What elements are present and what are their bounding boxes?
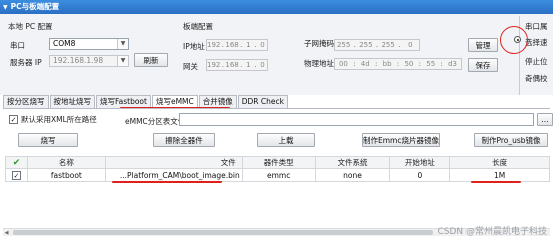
partition-file-label: eMMC分区表文件 xyxy=(125,117,186,126)
row-checkbox-cell[interactable]: ✓ xyxy=(5,168,28,182)
erase-all-button[interactable]: 擦除全器件 xyxy=(153,133,215,147)
serial-properties-panel: 串口属 选择速 停止位 奇偶校 xyxy=(514,16,553,95)
board-group-title: 板端配置 xyxy=(183,22,213,31)
scroll-left-icon[interactable]: ◀ xyxy=(3,230,10,236)
refresh-button[interactable]: 刷新 xyxy=(134,53,168,67)
header-name[interactable]: 名称 xyxy=(26,156,106,169)
port-combo[interactable]: COM8 ▼ xyxy=(49,38,129,50)
green-check-icon: ✔ xyxy=(12,157,21,168)
row-checkbox[interactable]: ✓ xyxy=(11,170,21,180)
manage-button[interactable]: 管理 xyxy=(468,38,498,52)
row-name[interactable]: fastboot xyxy=(26,168,106,182)
header-length[interactable]: 长度 xyxy=(449,156,550,169)
header-check[interactable]: ✔ xyxy=(5,156,28,169)
subnet-mask-field[interactable]: 255. 255. 255. 0 xyxy=(334,39,420,51)
gateway-field[interactable]: 192. 168. 1. 0 xyxy=(206,59,268,71)
chevron-down-icon[interactable]: ▼ xyxy=(117,56,128,66)
row-length[interactable]: 1M xyxy=(449,168,550,182)
server-ip-value: 192.168.1.98 xyxy=(53,56,104,65)
tab-ddr-check[interactable]: DDR Check xyxy=(237,95,288,108)
watermark: CSDN @常州晨凯电子科技 xyxy=(437,227,547,237)
chevron-down-icon[interactable]: ▼ xyxy=(117,39,128,49)
row-filesystem[interactable]: none xyxy=(314,168,391,182)
mac-address-field[interactable]: 00: 4d: bb: 50: 55: d3 xyxy=(334,58,462,70)
upload-button[interactable]: 上载 xyxy=(257,133,315,147)
row-file[interactable]: ...Platform_CAM\boot_image.bin xyxy=(104,168,243,182)
use-xml-path-option[interactable]: ✓ 默认采用XML所在路径 xyxy=(9,114,97,125)
partition-file-input[interactable] xyxy=(179,113,534,126)
partition-table: ✔ 名称 文件 器件类型 文件系统 开始地址 长度 ✓ fastboot ...… xyxy=(5,156,550,182)
header-start-address[interactable]: 开始地址 xyxy=(389,156,451,169)
header-device-type[interactable]: 器件类型 xyxy=(241,156,316,169)
make-emmc-image-button[interactable]: 制作Emmc烧片器镜像 xyxy=(362,133,440,147)
mac-label: 物理地址 xyxy=(304,59,334,68)
mask-label: 子网掩码 xyxy=(304,39,334,48)
annotation-underline-file xyxy=(112,181,222,183)
tab-partition-burn[interactable]: 按分区烧写 xyxy=(3,95,49,108)
row-start-address[interactable]: 0 xyxy=(389,168,451,182)
serial-properties-label: 串口属 xyxy=(525,22,548,31)
collapse-triangle-icon[interactable]: ▼ xyxy=(3,4,8,11)
tab-address-burn[interactable]: 按地址烧写 xyxy=(49,95,95,108)
table-header-row: ✔ 名称 文件 器件类型 文件系统 开始地址 长度 xyxy=(5,156,550,169)
browse-button[interactable]: ... xyxy=(537,113,553,126)
burn-button[interactable]: 烧写 xyxy=(18,133,78,147)
port-value: COM8 xyxy=(53,39,76,48)
parity-label: 奇偶校 xyxy=(525,74,548,83)
table-row[interactable]: ✓ fastboot ...Platform_CAM\boot_image.bi… xyxy=(5,168,550,182)
port-label: 串口 xyxy=(10,41,25,50)
ip-address-field[interactable]: 192. 168. 1. 0 xyxy=(206,39,268,51)
header-filesystem[interactable]: 文件系统 xyxy=(314,156,391,169)
save-button[interactable]: 保存 xyxy=(468,58,498,72)
server-ip-label: 服务器 IP xyxy=(10,58,42,67)
server-ip-combo[interactable]: 192.168.1.98 ▼ xyxy=(49,55,129,67)
speed-label: 选择速 xyxy=(525,38,548,47)
scrollbar-thumb[interactable] xyxy=(13,230,433,235)
row-device[interactable]: emmc xyxy=(241,168,316,182)
make-pro-usb-image-button[interactable]: 制作Pro_usb镜像 xyxy=(474,133,548,147)
panel-title-bar[interactable]: ▼ PC与板端配置 xyxy=(0,0,553,14)
gateway-label: 网关 xyxy=(183,62,198,71)
stop-bits-label: 停止位 xyxy=(525,57,548,66)
panel-title: PC与板端配置 xyxy=(10,2,60,11)
use-xml-path-checkbox[interactable]: ✓ xyxy=(9,115,18,124)
annotation-circle xyxy=(500,26,528,54)
annotation-underline-length xyxy=(471,181,521,183)
local-pc-group-title: 本地 PC 配置 xyxy=(8,22,53,31)
use-xml-path-label: 默认采用XML所在路径 xyxy=(21,115,97,124)
header-file[interactable]: 文件 xyxy=(104,156,243,169)
ip-label: IP地址 xyxy=(183,42,205,51)
